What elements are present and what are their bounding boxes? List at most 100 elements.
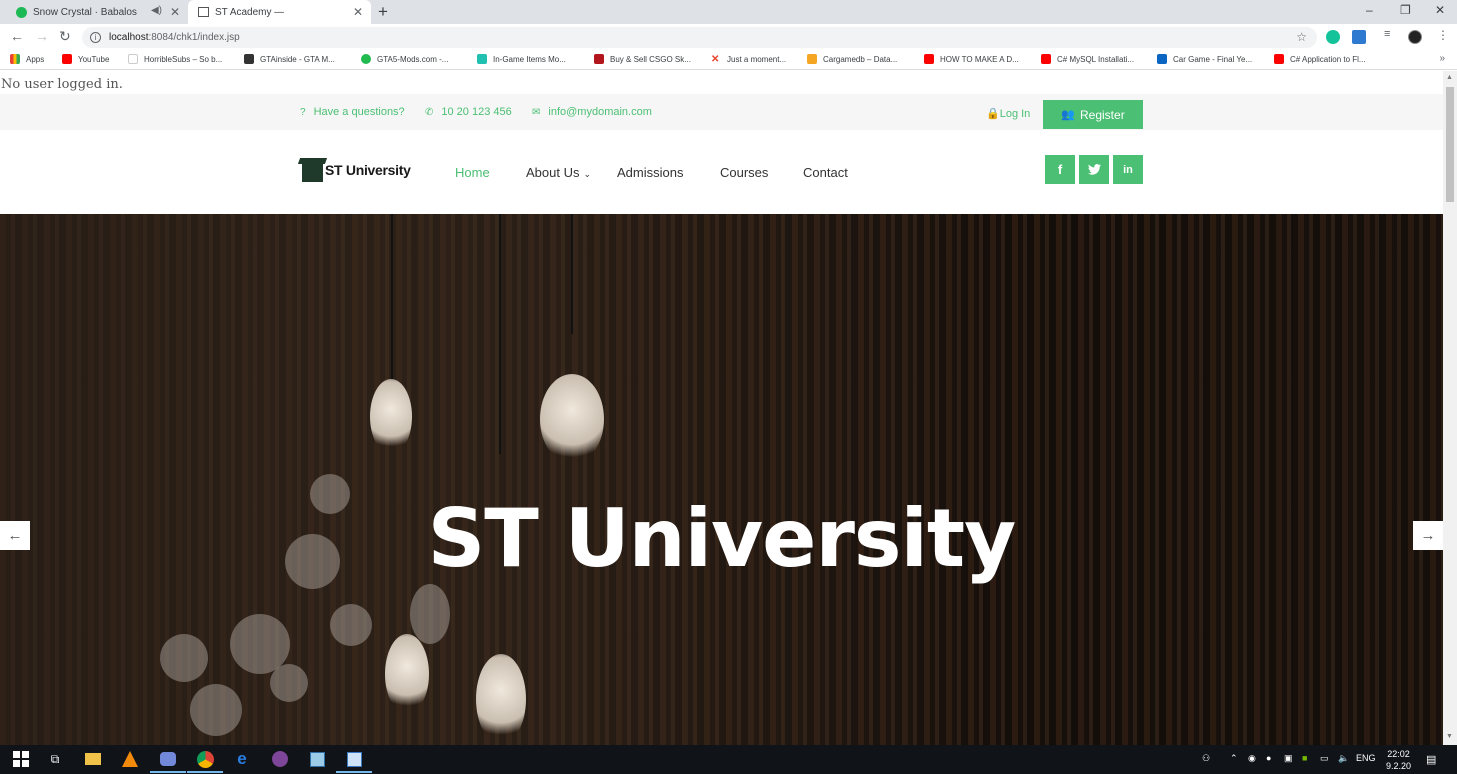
avatar[interactable] <box>1408 30 1422 44</box>
bookmark-label: Car Game - Final Ye... <box>1173 54 1253 64</box>
nav-home[interactable]: Home <box>455 165 490 180</box>
audio-playing-icon[interactable]: ◀) <box>151 5 162 16</box>
restore-button[interactable]: ❐ <box>1400 3 1411 17</box>
youtube-icon <box>924 54 934 64</box>
site-logo[interactable]: ST University <box>302 158 411 182</box>
email-text: info@mydomain.com <box>548 106 652 118</box>
forward-icon[interactable]: → <box>35 28 49 44</box>
bookmark-ingame-items[interactable]: In-Game Items Mo... <box>477 54 566 64</box>
start-icon[interactable] <box>11 749 31 769</box>
carousel-next-arrow-icon[interactable]: → <box>1413 521 1443 550</box>
new-tab-button[interactable]: + <box>378 2 388 22</box>
language-indicator[interactable]: ENG <box>1356 753 1376 763</box>
address-bar[interactable]: i localhost:8084/chk1/index.jsp ☆ <box>82 27 1317 48</box>
back-icon[interactable]: ← <box>10 28 24 44</box>
virtualbox-icon[interactable] <box>307 749 327 769</box>
people-icon[interactable]: ⚇ <box>1202 753 1210 764</box>
spotify-icon <box>16 6 27 18</box>
scroll-up-arrow-icon[interactable]: ▲ <box>1446 74 1453 81</box>
email-link[interactable]: ✉ info@mydomain.com <box>532 106 652 118</box>
nvidia-icon[interactable]: ■ <box>1302 753 1307 763</box>
nav-contact[interactable]: Contact <box>803 165 848 180</box>
reload-icon[interactable]: ↻ <box>59 28 71 45</box>
phone-icon: ✆ <box>425 106 434 118</box>
bookmark-horriblesubs[interactable]: HorribleSubs – So b... <box>128 54 222 64</box>
nav-about-us[interactable]: About Us ⌄ <box>526 165 591 180</box>
envelope-icon: ✉ <box>532 106 541 118</box>
bookmark-csgo[interactable]: Buy & Sell CSGO Sk... <box>594 54 691 64</box>
task-view-icon[interactable]: ⧉ <box>45 749 65 769</box>
register-button[interactable]: 👥 Register <box>1043 100 1143 129</box>
bookmark-just-a-moment[interactable]: ✕ Just a moment... <box>711 54 786 65</box>
x-icon: ✕ <box>711 54 720 65</box>
login-link[interactable]: 🔒Log In <box>986 107 1030 120</box>
tab-spotify[interactable]: Snow Crystal · Babalos ◀) ✕ <box>6 0 188 24</box>
bookmark-how-to-make[interactable]: HOW TO MAKE A D... <box>924 54 1019 64</box>
url-host: localhost <box>109 32 149 43</box>
tor-icon[interactable] <box>270 749 290 769</box>
ingame-items-icon <box>477 54 487 64</box>
network-icon[interactable]: ▭ <box>1320 753 1329 764</box>
notepad-icon[interactable] <box>336 749 372 773</box>
system-clock[interactable]: 22:02 9.2.20 <box>1386 748 1411 772</box>
bookmark-gtainside[interactable]: GTAinside - GTA M... <box>244 54 335 64</box>
nav-admissions[interactable]: Admissions <box>617 165 683 180</box>
bookmarks-overflow-button[interactable]: » <box>1439 53 1445 64</box>
extension-on-icon[interactable] <box>1352 30 1366 44</box>
light-bulb <box>540 374 604 464</box>
close-tab-icon[interactable]: ✕ <box>170 5 180 19</box>
edge-icon[interactable]: e <box>232 749 252 769</box>
bookmark-label: In-Game Items Mo... <box>493 54 566 64</box>
tab-st-academy[interactable]: ST Academy — ✕ <box>188 0 371 24</box>
logo-text: ST University <box>325 162 411 178</box>
phone-link[interactable]: ✆ 10 20 123 456 <box>425 106 512 118</box>
hero-title: ST University <box>427 492 1017 585</box>
horriblesubs-icon <box>128 54 138 64</box>
url-path: :8084/chk1/index.jsp <box>148 32 240 43</box>
bookmark-apps[interactable]: Apps <box>10 54 44 64</box>
clock-time: 22:02 <box>1387 749 1410 759</box>
menu-kebab-icon[interactable]: ⋮ <box>1437 28 1449 42</box>
linkedin-icon[interactable]: in <box>1113 155 1143 184</box>
light-bulb <box>370 379 412 454</box>
grammarly-icon[interactable] <box>1326 30 1340 44</box>
tray-app-icon[interactable]: ● <box>1266 753 1271 763</box>
vlc-icon[interactable] <box>120 749 140 769</box>
media-queue-icon[interactable]: ≡ <box>1384 28 1390 40</box>
minimize-button[interactable]: – <box>1366 3 1373 17</box>
cargamedb-icon <box>807 54 817 64</box>
notifications-icon[interactable]: ▤ <box>1426 753 1436 766</box>
site-favicon <box>198 7 209 17</box>
bookmark-gta5mods[interactable]: GTA5-Mods.com -... <box>361 54 448 64</box>
tray-app-icon[interactable]: ▣ <box>1284 753 1293 764</box>
bookmark-csharp-mysql[interactable]: C# MySQL Installati... <box>1041 54 1134 64</box>
facebook-icon[interactable]: f <box>1045 155 1075 184</box>
discord-icon[interactable] <box>150 749 186 773</box>
bookmark-car-game[interactable]: Car Game - Final Ye... <box>1157 54 1252 64</box>
close-tab-icon[interactable]: ✕ <box>353 5 363 19</box>
bookmark-cargamedb[interactable]: Cargamedb – Data... <box>807 54 897 64</box>
tab-title: ST Academy — <box>215 6 285 18</box>
scroll-down-arrow-icon[interactable]: ▼ <box>1446 733 1453 740</box>
twitter-icon[interactable] <box>1079 155 1109 184</box>
youtube-icon <box>1274 54 1284 64</box>
show-hidden-icons-chevron-icon[interactable]: ⌃ <box>1230 753 1238 764</box>
question-text: Have a questions? <box>313 106 405 118</box>
page-scrollbar[interactable]: ▲ ▼ <box>1443 71 1457 745</box>
tab-strip: Snow Crystal · Babalos ◀) ✕ ST Academy —… <box>0 0 1457 24</box>
bookmark-star-icon[interactable]: ☆ <box>1296 30 1307 44</box>
question-link[interactable]: ? Have a questions? <box>300 106 405 118</box>
chrome-icon[interactable] <box>187 749 223 773</box>
bookmark-youtube[interactable]: YouTube <box>62 54 109 64</box>
close-window-button[interactable]: ✕ <box>1435 3 1445 17</box>
scrollbar-thumb[interactable] <box>1446 87 1454 202</box>
register-label: Register <box>1080 107 1125 122</box>
info-icon[interactable]: i <box>90 32 101 43</box>
nav-courses[interactable]: Courses <box>720 165 768 180</box>
carousel-prev-arrow-icon[interactable]: ← <box>0 521 30 550</box>
volume-icon[interactable]: 🔈 <box>1338 753 1349 764</box>
file-explorer-icon[interactable] <box>83 749 103 769</box>
bookmark-label: Cargamedb – Data... <box>823 54 898 64</box>
bookmark-csharp-application[interactable]: C# Application to Fl... <box>1274 54 1366 64</box>
steam-icon[interactable]: ◉ <box>1248 753 1256 764</box>
